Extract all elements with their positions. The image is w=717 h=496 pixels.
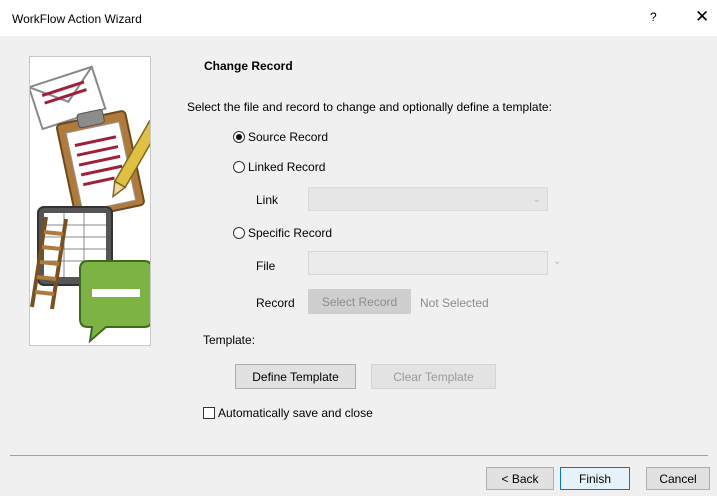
radio-unselected-icon xyxy=(233,227,245,239)
radio-unselected-icon xyxy=(233,161,245,173)
cancel-button[interactable]: Cancel xyxy=(646,467,710,490)
finish-button[interactable]: Finish xyxy=(560,467,630,490)
specific-record-label: Specific Record xyxy=(248,226,333,240)
file-label: File xyxy=(256,259,276,273)
specific-record-radio[interactable]: Specific Record xyxy=(233,226,332,240)
back-button[interactable]: < Back xyxy=(486,467,554,490)
file-dropdown[interactable] xyxy=(308,251,548,275)
template-label: Template: xyxy=(203,333,256,347)
linked-record-radio[interactable]: Linked Record xyxy=(233,160,325,174)
auto-save-label: Automatically save and close xyxy=(218,406,373,420)
help-button[interactable]: ? xyxy=(650,10,657,24)
link-dropdown[interactable]: ⌄ xyxy=(308,187,548,211)
chevron-down-icon[interactable]: ⌄ xyxy=(553,256,561,267)
record-status: Not Selected xyxy=(420,296,489,310)
wizard-illustration xyxy=(29,56,151,346)
window-title: WorkFlow Action Wizard xyxy=(12,12,142,26)
clear-template-button[interactable]: Clear Template xyxy=(371,364,496,389)
auto-save-checkbox[interactable]: Automatically save and close xyxy=(203,406,373,420)
source-record-label: Source Record xyxy=(248,130,329,144)
instruction-text: Select the file and record to change and… xyxy=(187,100,552,114)
clipboard-envelope-chat-icon xyxy=(30,57,150,345)
radio-selected-icon xyxy=(233,131,245,143)
link-label: Link xyxy=(256,193,279,207)
footer-separator xyxy=(10,455,708,456)
step-title: Change Record xyxy=(204,59,293,73)
select-record-button[interactable]: Select Record xyxy=(308,289,411,314)
record-label: Record xyxy=(256,296,295,310)
define-template-button[interactable]: Define Template xyxy=(235,364,356,389)
linked-record-label: Linked Record xyxy=(248,160,326,174)
checkbox-icon xyxy=(203,407,215,419)
title-bar: WorkFlow Action Wizard ? ✕ xyxy=(0,0,717,36)
chevron-down-icon: ⌄ xyxy=(532,194,541,205)
close-button[interactable]: ✕ xyxy=(695,7,709,27)
source-record-radio[interactable]: Source Record xyxy=(233,130,328,144)
